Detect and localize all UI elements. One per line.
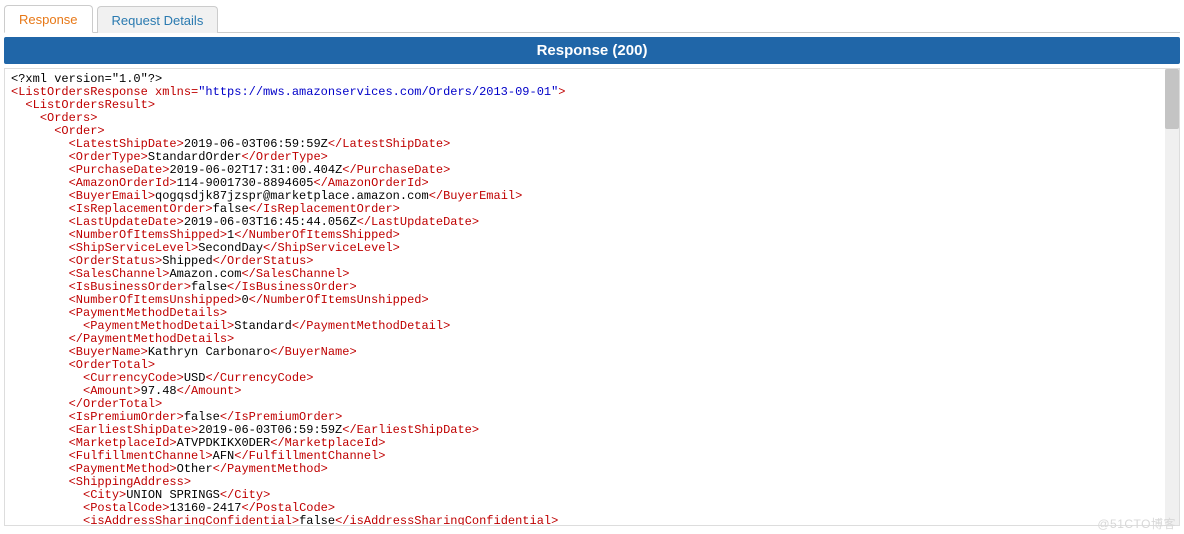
xml-response-panel: <?xml version="1.0"?> <ListOrdersRespons…: [4, 68, 1180, 526]
xml-body: <?xml version="1.0"?> <ListOrdersRespons…: [5, 69, 1179, 525]
scroll-thumb[interactable]: [1165, 69, 1179, 129]
scrollbar[interactable]: [1165, 69, 1179, 525]
tab-request-details[interactable]: Request Details: [97, 6, 219, 33]
response-status-banner: Response (200): [4, 37, 1180, 64]
tab-response[interactable]: Response: [4, 5, 93, 33]
tab-bar: Response Request Details: [4, 4, 1180, 33]
